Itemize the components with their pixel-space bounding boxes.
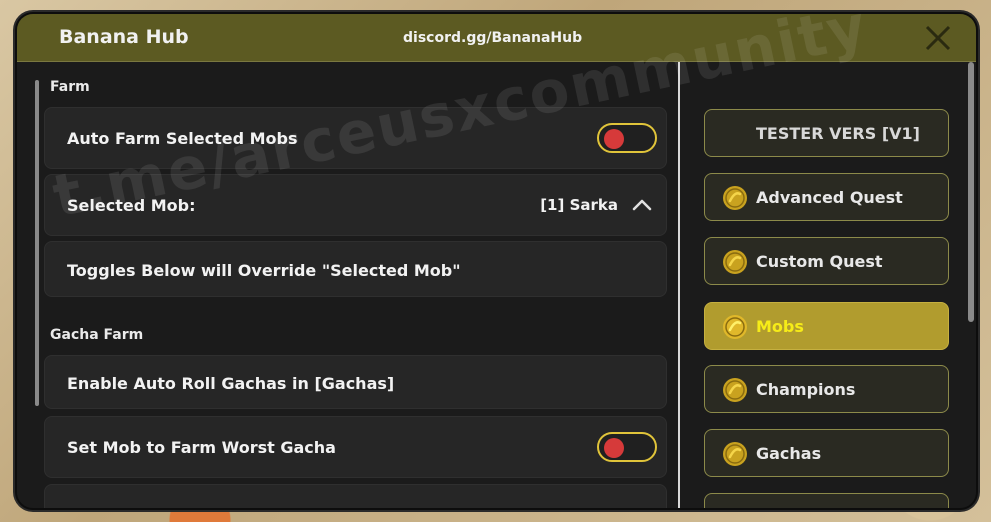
tab-label: Champions xyxy=(756,380,856,399)
title-bar[interactable]: Banana Hub discord.gg/BananaHub xyxy=(17,14,976,62)
toggle-knob xyxy=(604,438,624,458)
section-label-farm: Farm xyxy=(50,79,90,95)
worst-gacha-row[interactable]: Set Mob to Farm Worst Gacha xyxy=(44,416,667,478)
content-scrollbar[interactable] xyxy=(35,80,39,406)
auto-farm-row[interactable]: Auto Farm Selected Mobs xyxy=(44,107,667,169)
partial-row[interactable] xyxy=(44,484,667,508)
tab-partial[interactable] xyxy=(704,493,949,508)
toggle-knob xyxy=(604,129,624,149)
content-pane: Farm Auto Farm Selected Mobs Selected Mo… xyxy=(17,62,678,508)
sidebar-scrollbar[interactable] xyxy=(968,62,974,322)
chevron-up-icon[interactable] xyxy=(630,193,654,217)
tab-label: Advanced Quest xyxy=(756,188,903,207)
tab-advanced-quest[interactable]: Advanced Quest xyxy=(704,173,949,221)
auto-farm-toggle[interactable] xyxy=(597,123,657,153)
tab-label: Custom Quest xyxy=(756,252,883,271)
enable-auto-roll-row[interactable]: Enable Auto Roll Gachas in [Gachas] xyxy=(44,355,667,409)
override-note-label: Toggles Below will Override "Selected Mo… xyxy=(67,261,461,280)
auto-farm-label: Auto Farm Selected Mobs xyxy=(67,129,298,148)
section-label-gacha-farm: Gacha Farm xyxy=(50,327,144,343)
tab-gachas[interactable]: Gachas xyxy=(704,429,949,477)
tab-label: TESTER VERS [V1] xyxy=(756,124,920,143)
override-note-row: Toggles Below will Override "Selected Mo… xyxy=(44,241,667,297)
hub-window: Banana Hub discord.gg/BananaHub Farm Aut… xyxy=(15,12,978,510)
banana-coin-icon xyxy=(723,186,747,210)
tab-label: Mobs xyxy=(756,317,804,336)
tab-label: Gachas xyxy=(756,444,822,463)
tab-champions[interactable]: Champions xyxy=(704,365,949,413)
worst-gacha-toggle[interactable] xyxy=(597,432,657,462)
banana-coin-icon xyxy=(723,378,747,402)
close-button[interactable] xyxy=(922,22,954,54)
selected-mob-dropdown[interactable]: Selected Mob: [1] Sarka xyxy=(44,174,667,236)
tab-mobs[interactable]: Mobs xyxy=(704,302,949,350)
worst-gacha-label: Set Mob to Farm Worst Gacha xyxy=(67,438,336,457)
tab-tester-vers[interactable]: TESTER VERS [V1] xyxy=(704,109,949,157)
tab-custom-quest[interactable]: Custom Quest xyxy=(704,237,949,285)
window-title: Banana Hub xyxy=(59,26,189,48)
discord-link[interactable]: discord.gg/BananaHub xyxy=(403,30,582,46)
tab-sidebar: TESTER VERS [V1] Advanced Quest Custom Q… xyxy=(680,62,976,508)
selected-mob-value: [1] Sarka xyxy=(540,196,618,214)
close-icon xyxy=(925,25,951,51)
banana-coin-icon xyxy=(723,442,747,466)
selected-mob-label: Selected Mob: xyxy=(67,196,196,215)
enable-auto-roll-label: Enable Auto Roll Gachas in [Gachas] xyxy=(67,374,395,393)
banana-coin-icon xyxy=(723,315,747,339)
banana-coin-icon xyxy=(723,250,747,274)
